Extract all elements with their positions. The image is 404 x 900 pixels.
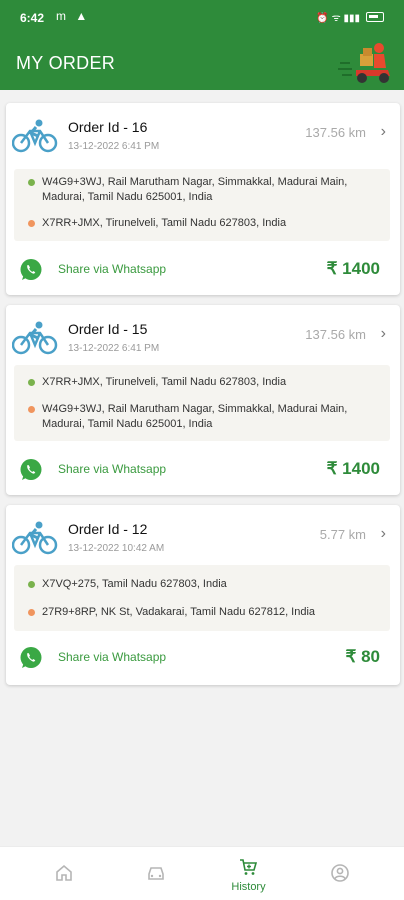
order-distance: 137.56 km — [305, 327, 366, 342]
nav-profile[interactable] — [290, 847, 391, 900]
share-whatsapp-link[interactable]: Share via Whatsapp — [58, 462, 166, 476]
bicycle-icon — [12, 521, 58, 555]
cart-icon — [240, 859, 258, 875]
status-right-icons: ⏰ ᯤ ▮▮▮ — [316, 10, 384, 24]
whatsapp-icon[interactable] — [19, 258, 43, 282]
drop-dot-icon — [28, 406, 35, 413]
drop-address: X7RR+JMX, Tirunelveli, Tamil Nadu 627803… — [42, 217, 287, 229]
page-title: MY ORDER — [16, 53, 116, 73]
order-id: Order Id - 15 — [68, 321, 148, 337]
order-datetime: 13-12-2022 6:41 PM — [68, 141, 160, 152]
address-box: X7VQ+275, Tamil Nadu 627803, India 27R9+… — [14, 565, 390, 631]
delivery-scooter-icon — [338, 43, 390, 83]
pickup-address: X7RR+JMX, Tirunelveli, Tamil Nadu 627803… — [42, 376, 287, 388]
order-id: Order Id - 16 — [68, 119, 148, 135]
chevron-right-icon[interactable]: › — [381, 123, 386, 141]
order-price: ₹ 80 — [345, 647, 380, 666]
profile-icon — [331, 864, 349, 882]
pickup-address: W4G9+3WJ, Rail Marutham Nagar, Simmakkal… — [42, 176, 348, 203]
order-price: ₹ 1400 — [326, 459, 380, 478]
notification-icons: m ▲ — [56, 9, 91, 23]
order-card[interactable]: Order Id - 15 13-12-2022 6:41 PM 137.56 … — [6, 305, 400, 495]
whatsapp-icon[interactable] — [19, 458, 43, 482]
pickup-dot-icon — [28, 179, 35, 186]
order-card[interactable]: Order Id - 12 13-12-2022 10:42 AM 5.77 k… — [6, 505, 400, 685]
nav-home[interactable] — [14, 847, 115, 900]
battery-icon — [366, 12, 384, 22]
app-header: 6:42 m ▲ ⏰ ᯤ ▮▮▮ MY ORDER — [0, 0, 404, 90]
order-price: ₹ 1400 — [326, 259, 380, 278]
bicycle-icon — [12, 321, 58, 355]
chevron-right-icon[interactable]: › — [381, 325, 386, 343]
home-icon — [56, 864, 72, 881]
address-box: W4G9+3WJ, Rail Marutham Nagar, Simmakkal… — [14, 169, 390, 241]
drop-address: W4G9+3WJ, Rail Marutham Nagar, Simmakkal… — [42, 403, 348, 430]
bicycle-icon — [12, 119, 58, 153]
car-icon — [148, 867, 164, 880]
drop-dot-icon — [28, 609, 35, 616]
status-bar: 6:42 m ▲ ⏰ ᯤ ▮▮▮ — [0, 0, 404, 34]
signal-icons: ⏰ ᯤ ▮▮▮ — [316, 13, 360, 24]
order-distance: 5.77 km — [319, 527, 366, 542]
share-whatsapp-link[interactable]: Share via Whatsapp — [58, 262, 166, 276]
pickup-dot-icon — [28, 581, 35, 588]
nav-history-label: History — [231, 881, 266, 893]
order-datetime: 13-12-2022 6:41 PM — [68, 343, 160, 354]
nav-history[interactable]: History — [198, 847, 299, 900]
bottom-nav: History — [0, 846, 404, 900]
status-time: 6:42 — [20, 11, 45, 25]
share-whatsapp-link[interactable]: Share via Whatsapp — [58, 650, 166, 664]
chevron-right-icon[interactable]: › — [381, 525, 386, 543]
order-card[interactable]: Order Id - 16 13-12-2022 6:41 PM 137.56 … — [6, 103, 400, 295]
pickup-address: X7VQ+275, Tamil Nadu 627803, India — [42, 578, 227, 590]
nav-vehicle[interactable] — [106, 847, 207, 900]
order-datetime: 13-12-2022 10:42 AM — [68, 543, 165, 554]
whatsapp-icon[interactable] — [19, 646, 43, 670]
order-id: Order Id - 12 — [68, 521, 148, 537]
order-distance: 137.56 km — [305, 125, 366, 140]
drop-dot-icon — [28, 220, 35, 227]
address-box: X7RR+JMX, Tirunelveli, Tamil Nadu 627803… — [14, 365, 390, 441]
drop-address: 27R9+8RP, NK St, Vadakarai, Tamil Nadu 6… — [42, 606, 316, 618]
pickup-dot-icon — [28, 379, 35, 386]
